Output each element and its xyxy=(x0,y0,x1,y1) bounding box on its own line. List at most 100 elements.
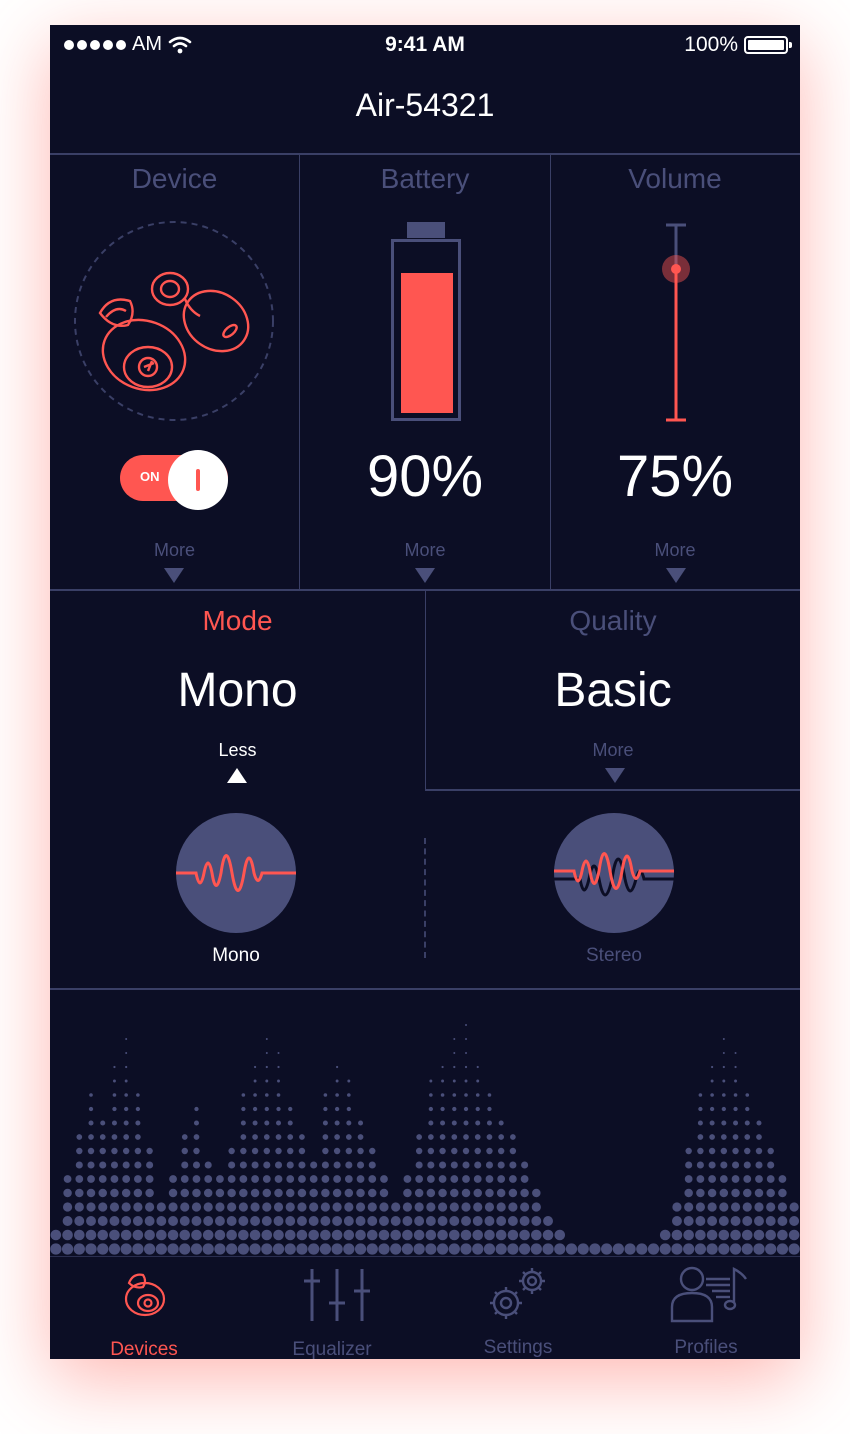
mono-wave-icon xyxy=(174,813,298,933)
toggle-knob[interactable] xyxy=(168,450,228,510)
visualizer-dot xyxy=(767,1147,774,1155)
visualizer-dot xyxy=(440,1093,445,1097)
visualizer-dot xyxy=(86,1188,96,1198)
visualizer-dot xyxy=(110,1161,119,1169)
visualizer-dot xyxy=(742,1216,753,1226)
visualizer-dot xyxy=(332,1188,342,1198)
visualizer-dot xyxy=(730,1216,741,1226)
earbud-icon xyxy=(124,1273,166,1317)
visualizer-dot xyxy=(508,1202,518,1212)
visualizer-dot xyxy=(485,1188,494,1198)
mode-collapse-icon[interactable] xyxy=(227,768,247,783)
battery-expand-icon[interactable] xyxy=(415,568,435,583)
earbuds-icon xyxy=(74,221,274,421)
visualizer-dot xyxy=(323,1093,328,1097)
visualizer-dot xyxy=(463,1106,469,1112)
visualizer-dot xyxy=(367,1202,377,1212)
visualizer-dot xyxy=(272,1243,285,1255)
visualizer-dot xyxy=(766,1188,775,1198)
visualizer-dot xyxy=(415,1161,423,1169)
visualizer-dot xyxy=(449,1202,459,1212)
visualizer-dot xyxy=(214,1229,226,1241)
visualizer-dot xyxy=(672,1216,682,1226)
mode-less-label[interactable]: Less xyxy=(50,740,425,761)
visualizer-dot xyxy=(321,1161,329,1169)
visualizer-dot xyxy=(425,1216,436,1226)
visualizer-dot xyxy=(123,1120,129,1126)
visualizer-dot xyxy=(684,1202,694,1212)
visualizer-dot xyxy=(426,1188,436,1198)
visualizer-dot xyxy=(100,1120,106,1126)
visualizer-dot xyxy=(123,1134,130,1140)
visualizer-dot xyxy=(472,1243,484,1255)
visualizer-dot xyxy=(287,1147,294,1155)
volume-expand-icon[interactable] xyxy=(666,568,686,583)
visualizer-dot xyxy=(451,1120,457,1126)
visualizer-dot xyxy=(659,1229,671,1241)
visualizer-dot xyxy=(190,1243,203,1255)
visualizer-dot xyxy=(474,1134,481,1140)
stereo-option[interactable] xyxy=(552,813,676,933)
visualizer-dot xyxy=(474,1147,481,1155)
visualizer-dot xyxy=(76,1147,83,1155)
visualizer-dot xyxy=(87,1175,95,1183)
visualizer-dot xyxy=(251,1161,259,1169)
visualizer-dot xyxy=(265,1079,269,1083)
visualizer-dot xyxy=(719,1202,729,1212)
volume-value: 75% xyxy=(616,444,734,509)
visualizer-dot xyxy=(755,1175,763,1183)
visualizer-dot xyxy=(167,1243,179,1255)
device-expand-icon[interactable] xyxy=(164,568,184,583)
visualizer-dot xyxy=(323,1106,328,1112)
visualizer-dot xyxy=(288,1106,293,1112)
visualizer-dot xyxy=(61,1243,74,1255)
visualizer-dot xyxy=(345,1147,353,1155)
visualizer-dot xyxy=(684,1175,693,1183)
visualizer-dot xyxy=(265,1052,268,1054)
quality-more-label[interactable]: More xyxy=(426,740,800,761)
mono-option[interactable] xyxy=(174,813,298,933)
stereo-option-label: Stereo xyxy=(586,945,642,966)
visualizer-dot xyxy=(250,1202,260,1212)
visualizer-dot xyxy=(508,1175,517,1183)
visualizer-dot xyxy=(415,1175,424,1183)
device-title: Device xyxy=(131,163,218,194)
visualizer-dot xyxy=(298,1161,306,1169)
visualizer-dot xyxy=(88,1106,94,1112)
visualizer-dot xyxy=(745,1093,750,1097)
visualizer-dot xyxy=(136,1093,140,1097)
visualizer-dot xyxy=(297,1216,307,1226)
visualizer-dot xyxy=(531,1202,541,1212)
quality-expand-icon[interactable] xyxy=(605,768,625,783)
visualizer-dot xyxy=(50,1243,62,1255)
visualizer-dot xyxy=(156,1216,167,1226)
visualizer-dot xyxy=(452,1079,456,1083)
battery-more-label[interactable]: More xyxy=(300,540,550,561)
visualizer-dot xyxy=(145,1202,155,1212)
visualizer-dot xyxy=(451,1147,458,1155)
visualizer-dot xyxy=(426,1175,435,1183)
visualizer-dot xyxy=(253,1065,257,1069)
visualizer-dot xyxy=(697,1147,704,1155)
visualizer-dot xyxy=(99,1161,107,1169)
visualizer-dot xyxy=(155,1243,167,1255)
visualizer-dot xyxy=(542,1243,554,1255)
visualizer-dot xyxy=(320,1216,331,1226)
visualizer-dot xyxy=(251,1147,259,1155)
visualizer-dot xyxy=(438,1188,447,1198)
device-more-label[interactable]: More xyxy=(50,540,299,561)
visualizer-dot xyxy=(228,1161,236,1169)
volume-more-label[interactable]: More xyxy=(550,540,800,561)
visualizer-dot xyxy=(484,1216,495,1226)
divider xyxy=(550,155,551,589)
visualizer-dot xyxy=(193,1134,200,1140)
visualizer-dot xyxy=(729,1243,742,1255)
volume-slider[interactable] xyxy=(656,221,696,425)
visualizer-dot xyxy=(253,1093,257,1097)
visualizer-dot xyxy=(496,1202,506,1212)
visualizer-dot xyxy=(225,1243,238,1255)
visualizer-dot xyxy=(309,1175,318,1183)
visualizer-dot xyxy=(449,1216,460,1226)
visualizer-dot xyxy=(134,1147,142,1155)
visualizer-dot xyxy=(744,1134,751,1140)
